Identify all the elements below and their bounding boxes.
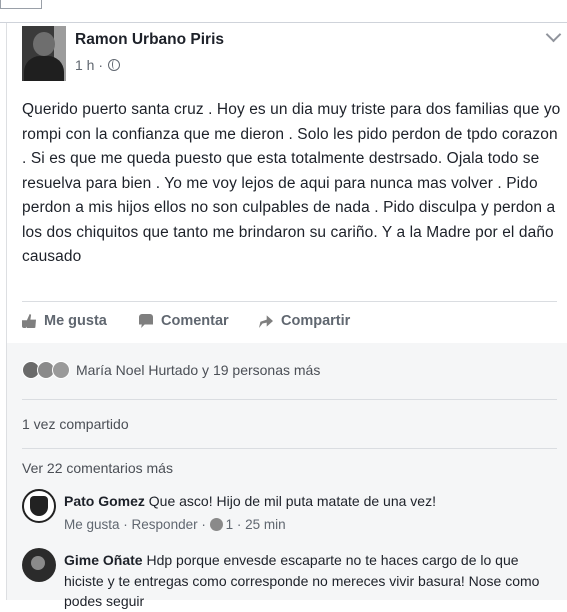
wow-react-icon	[52, 361, 70, 379]
comment-body: Pato Gomez Que asco! Hijo de mil puta ma…	[64, 491, 556, 512]
share-label: Compartir	[281, 313, 351, 329]
globe-icon	[107, 59, 120, 71]
divider	[22, 399, 557, 400]
share-icon	[259, 315, 273, 328]
comment-button[interactable]: Comentar	[139, 313, 229, 329]
comment-actions: Me gusta · Responder · 1 · 25 min	[64, 517, 286, 532]
post-meta: 1 h ·	[75, 57, 120, 73]
comment-icon	[139, 314, 153, 328]
comment-text: Que asco! Hijo de mil puta matate de una…	[148, 493, 436, 509]
like-button[interactable]: Me gusta	[22, 313, 107, 329]
commenter-avatar[interactable]	[22, 489, 56, 523]
comment-like-count[interactable]: 1	[226, 517, 234, 532]
avatar-body	[24, 56, 64, 81]
reactions-summary[interactable]: María Noel Hurtado y 19 personas más	[76, 362, 320, 378]
browser-tab-edge	[0, 0, 42, 9]
author-name[interactable]: Ramon Urbano Piris	[75, 31, 224, 49]
shares-count[interactable]: 1 vez compartido	[22, 416, 129, 432]
comment-reply-link[interactable]: Responder	[132, 517, 198, 532]
share-button[interactable]: Compartir	[259, 313, 350, 329]
commenter-name[interactable]: Pato Gomez	[64, 493, 145, 509]
author-avatar[interactable]	[22, 26, 66, 81]
commenter-name[interactable]: Gime Oñate	[64, 552, 143, 568]
comment-label: Comentar	[161, 313, 229, 329]
chevron-down-icon[interactable]	[545, 26, 562, 43]
thumbs-up-icon	[22, 314, 36, 328]
view-more-comments-link[interactable]: Ver 22 comentarios más	[22, 460, 173, 476]
post-text: Querido puerto santa cruz . Hoy es un di…	[22, 101, 561, 265]
comment-time[interactable]: 25 min	[245, 517, 286, 532]
avatar-emblem	[30, 496, 48, 516]
avatar-face	[31, 556, 45, 570]
top-strip	[0, 0, 567, 23]
like-label: Me gusta	[44, 313, 107, 329]
comment-like-link[interactable]: Me gusta	[64, 517, 120, 532]
commenter-avatar[interactable]	[22, 548, 56, 582]
divider	[22, 301, 557, 302]
like-badge-icon	[209, 518, 223, 531]
divider	[22, 448, 557, 449]
post-time[interactable]: 1 h ·	[75, 57, 103, 73]
comment-body: Gime Oñate Hdp porque envesde escaparte …	[64, 550, 556, 612]
reactions-row[interactable]: María Noel Hurtado y 19 personas más	[22, 361, 320, 379]
post-card: Ramon Urbano Piris 1 h · Querido puerto …	[6, 23, 567, 609]
avatar-head	[33, 32, 55, 56]
